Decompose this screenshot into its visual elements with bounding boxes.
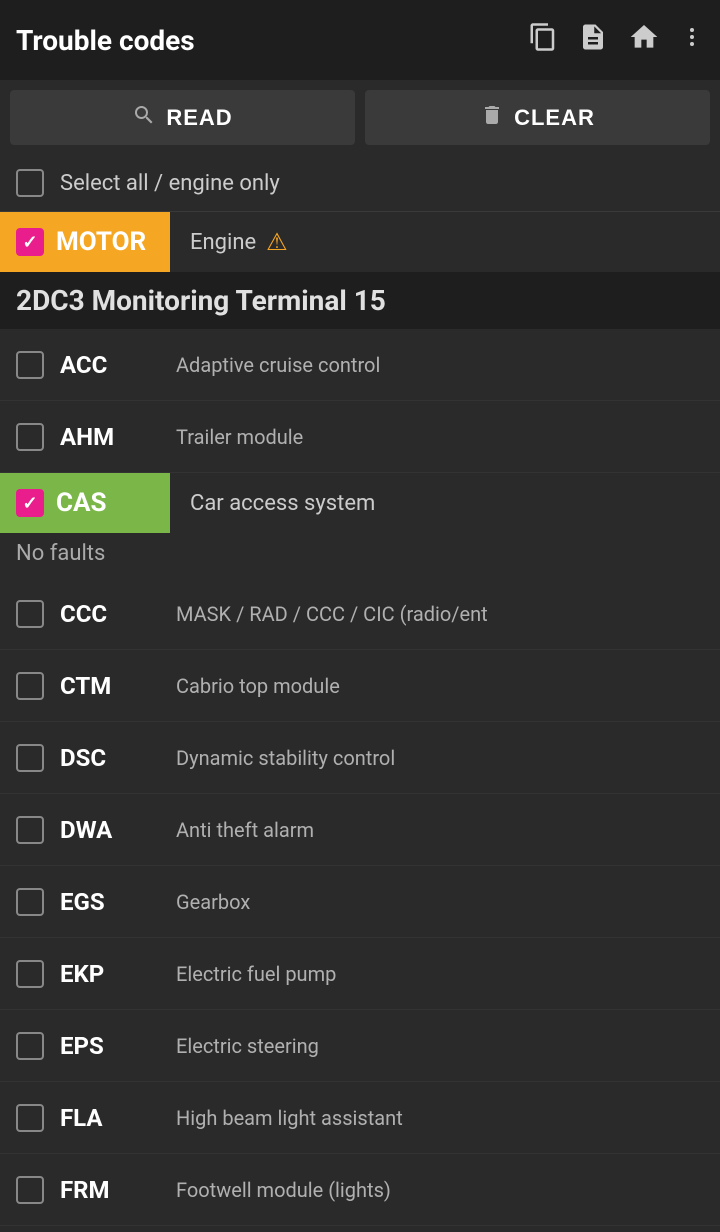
- item-description: Electric steering: [176, 1034, 704, 1058]
- cas-code: CAS: [56, 488, 107, 518]
- item-code: DSC: [60, 744, 160, 772]
- no-faults-label: No faults: [0, 533, 720, 578]
- item-description: Dynamic stability control: [176, 746, 704, 770]
- document-icon[interactable]: [578, 22, 608, 59]
- motor-code: MOTOR: [56, 227, 146, 257]
- dsc-checkbox[interactable]: [16, 744, 44, 772]
- item-code: EPS: [60, 1032, 160, 1060]
- item-description: Electric fuel pump: [176, 962, 704, 986]
- cas-desc-text: Car access system: [190, 491, 375, 516]
- ccc-checkbox[interactable]: [16, 600, 44, 628]
- item-code: AHM: [60, 423, 160, 451]
- home-icon[interactable]: [628, 21, 660, 60]
- item-description: Adaptive cruise control: [176, 353, 704, 377]
- cas-description: Car access system: [170, 491, 375, 516]
- item-code: ACC: [60, 351, 160, 379]
- item-description: High beam light assistant: [176, 1106, 704, 1130]
- select-all-label: Select all / engine only: [60, 171, 280, 196]
- search-icon: [132, 103, 156, 133]
- list-item[interactable]: CCC MASK / RAD / CCC / CIC (radio/ent: [0, 578, 720, 650]
- item-code: FLA: [60, 1104, 160, 1132]
- list-item[interactable]: DSC Dynamic stability control: [0, 722, 720, 794]
- acc-checkbox[interactable]: [16, 351, 44, 379]
- list-item[interactable]: EPS Electric steering: [0, 1010, 720, 1082]
- list-item[interactable]: EKP Electric fuel pump: [0, 938, 720, 1010]
- item-description: Anti theft alarm: [176, 818, 704, 842]
- list-item[interactable]: FRM Footwell module (lights): [0, 1154, 720, 1226]
- egs-checkbox[interactable]: [16, 888, 44, 916]
- read-button[interactable]: READ: [10, 90, 355, 145]
- clear-button[interactable]: CLEAR: [365, 90, 710, 145]
- motor-module-header[interactable]: MOTOR Engine ⚠: [0, 212, 720, 272]
- item-description: MASK / RAD / CCC / CIC (radio/ent: [176, 602, 704, 626]
- item-code: DWA: [60, 816, 160, 844]
- ekp-checkbox[interactable]: [16, 960, 44, 988]
- cas-module-label[interactable]: CAS: [0, 473, 170, 533]
- toolbar: READ CLEAR: [0, 80, 720, 155]
- copy-icon[interactable]: [528, 22, 558, 59]
- select-all-row[interactable]: Select all / engine only: [0, 155, 720, 212]
- item-description: Cabrio top module: [176, 674, 704, 698]
- item-code: CTM: [60, 672, 160, 700]
- item-description: Gearbox: [176, 890, 704, 914]
- eps-checkbox[interactable]: [16, 1032, 44, 1060]
- app-header: Trouble codes: [0, 0, 720, 80]
- ctm-checkbox[interactable]: [16, 672, 44, 700]
- fla-checkbox[interactable]: [16, 1104, 44, 1132]
- list-item[interactable]: ACC Adaptive cruise control: [0, 329, 720, 401]
- item-code: EKP: [60, 960, 160, 988]
- list-item[interactable]: CTM Cabrio top module: [0, 650, 720, 722]
- item-description: Trailer module: [176, 425, 704, 449]
- motor-desc-text: Engine: [190, 230, 256, 255]
- select-all-checkbox[interactable]: [16, 169, 44, 197]
- dwa-checkbox[interactable]: [16, 816, 44, 844]
- list-item[interactable]: DWA Anti theft alarm: [0, 794, 720, 866]
- motor-checkbox[interactable]: [16, 228, 44, 256]
- cas-checkbox[interactable]: [16, 489, 44, 517]
- item-description: Footwell module (lights): [176, 1178, 704, 1202]
- read-label: READ: [166, 105, 232, 131]
- section-title: 2DC3 Monitoring Terminal 15: [0, 272, 720, 329]
- more-vert-icon[interactable]: [680, 22, 704, 59]
- ahm-checkbox[interactable]: [16, 423, 44, 451]
- item-code: EGS: [60, 888, 160, 916]
- page-title: Trouble codes: [16, 24, 528, 57]
- item-code: FRM: [60, 1176, 160, 1204]
- list-item[interactable]: EGS Gearbox: [0, 866, 720, 938]
- list-item[interactable]: AHM Trailer module: [0, 401, 720, 473]
- clear-label: CLEAR: [514, 105, 595, 131]
- item-code: CCC: [60, 600, 160, 628]
- header-icons: [528, 21, 704, 60]
- motor-module-label[interactable]: MOTOR: [0, 212, 170, 272]
- motor-description: Engine ⚠: [170, 228, 288, 256]
- warning-icon: ⚠: [266, 228, 288, 256]
- frm-checkbox[interactable]: [16, 1176, 44, 1204]
- cas-module-header[interactable]: CAS Car access system: [0, 473, 720, 533]
- list-item[interactable]: FLA High beam light assistant: [0, 1082, 720, 1154]
- delete-icon: [480, 103, 504, 133]
